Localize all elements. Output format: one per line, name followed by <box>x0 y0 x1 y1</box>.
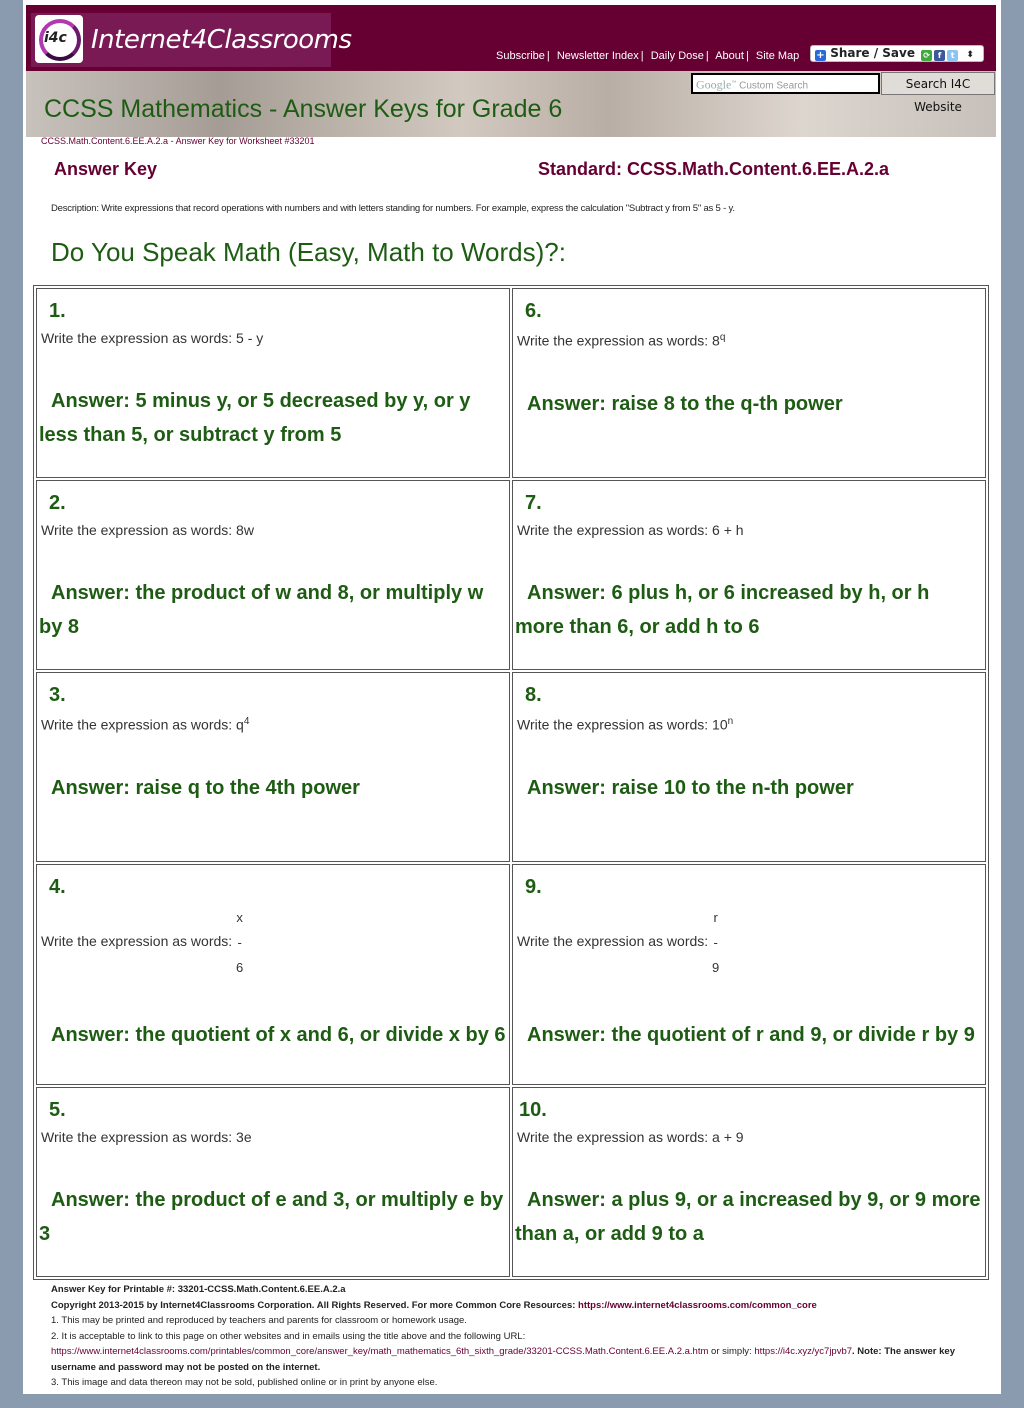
answer-text: Answer: the product of e and 3, or multi… <box>39 1189 504 1245</box>
description: Description: Write expressions that reco… <box>51 203 735 214</box>
worksheet-title: Do You Speak Math (Easy, Math to Words)?… <box>51 237 566 267</box>
page-title: CCSS Mathematics - Answer Keys for Grade… <box>44 95 563 123</box>
short-url-link[interactable]: https://i4c.xyz/yc7jpvb7 <box>754 1346 852 1357</box>
answer-text: Answer: raise q to the 4th power <box>51 776 360 799</box>
breadcrumb: CCSS.Math.Content.6.EE.A.2.a - Answer Ke… <box>41 136 315 146</box>
copyright: Copyright 2013-2015 by Internet4Classroo… <box>51 1299 817 1311</box>
question-number: 7. <box>525 492 542 514</box>
question-prompt: Write the expression as words: 6 + h <box>517 522 744 538</box>
nav-subscribe[interactable]: Subscribe <box>496 50 545 62</box>
question-prompt: Write the expression as words: 8w <box>41 522 254 538</box>
share-dropdown-icon[interactable]: ⬍ <box>966 50 974 60</box>
fraction: x-6 <box>236 910 244 975</box>
footer: Answer Key for Printable #: 33201-CCSS.M… <box>51 1282 1001 1391</box>
answer-grid: 1. Write the expression as words: 5 - y … <box>33 285 989 1280</box>
question-prompt: Write the expression as words: a + 9 <box>517 1129 744 1145</box>
question-cell-3: 3. Write the expression as words: q4 Ans… <box>36 672 510 862</box>
answer-text: Answer: the quotient of x and 6, or divi… <box>51 1024 506 1046</box>
answer-text: Answer: 6 plus h, or 6 increased by h, o… <box>515 582 930 638</box>
question-prompt: Write the expression as words: 8q <box>517 332 726 349</box>
nav-about[interactable]: About <box>715 50 744 62</box>
answer-text: Answer: raise 8 to the q-th power <box>527 392 843 415</box>
question-number: 1. <box>49 300 66 322</box>
answer-text: Answer: the product of w and 8, or multi… <box>39 582 484 638</box>
fraction: r-9 <box>712 910 720 975</box>
question-number: 8. <box>525 684 542 706</box>
nav-site-map[interactable]: Site Map <box>756 50 799 62</box>
share-save-button[interactable]: + Share / Save ⟳ f t ⬍ <box>810 45 984 62</box>
question-cell-1: 1. Write the expression as words: 5 - y … <box>36 288 510 478</box>
question-cell-8: 8. Write the expression as words: 10n An… <box>512 672 986 862</box>
top-nav: Subscribe | Newsletter Index | Daily Dose |… <box>496 50 800 62</box>
printable-id: Answer Key for Printable #: 33201-CCSS.M… <box>51 1284 346 1295</box>
url-line: https://www.internet4classrooms.com/prin… <box>51 1346 955 1373</box>
search-button[interactable]: Search I4C Website <box>881 72 995 114</box>
facebook-icon[interactable]: f <box>934 50 946 61</box>
question-prompt: Write the expression as words: 5 - y <box>41 330 264 346</box>
share-generic-icon[interactable]: ⟳ <box>921 50 933 61</box>
question-number: 5. <box>49 1099 66 1121</box>
note-3: 3. This image and data thereon may not b… <box>51 1377 438 1388</box>
note-2: 2. It is acceptable to link to this page… <box>51 1330 526 1342</box>
question-number: 10. <box>519 1099 547 1121</box>
question-number: 4. <box>49 876 66 898</box>
question-cell-6: 6. Write the expression as words: 8q Ans… <box>512 288 986 478</box>
answer-text: Answer: 5 minus y, or 5 decreased by y, … <box>39 390 471 446</box>
site-header: i4c Internet4Classrooms Subscribe | Newsl… <box>26 5 996 71</box>
question-prompt: Write the expression as words: r-9 <box>515 905 983 980</box>
question-cell-9: 9. Write the expression as words: r-9 An… <box>512 864 986 1085</box>
standard-label: Standard: CCSS.Math.Content.6.EE.A.2.a <box>538 159 890 179</box>
title-banner: Google™ Custom Search Search I4C Website… <box>26 71 996 137</box>
question-number: 3. <box>49 684 66 706</box>
i4c-logo-icon: i4c <box>35 15 83 63</box>
share-plus-icon: + <box>815 50 826 61</box>
question-cell-4: 4. Write the expression as words: x-6 An… <box>36 864 510 1085</box>
answer-text: Answer: the quotient of r and 9, or divi… <box>527 1024 975 1046</box>
search-input[interactable]: Google™ Custom Search <box>691 73 880 94</box>
nav-newsletter-index[interactable]: Newsletter Index <box>557 50 639 62</box>
twitter-icon[interactable]: t <box>947 50 959 61</box>
question-cell-5: 5. Write the expression as words: 3e Ans… <box>36 1087 510 1277</box>
answer-key-label: Answer Key <box>54 159 158 179</box>
nav-daily-dose[interactable]: Daily Dose <box>651 50 704 62</box>
question-number: 2. <box>49 492 66 514</box>
question-number: 6. <box>525 300 542 322</box>
note-1: 1. This may be printed and reproduced by… <box>51 1315 467 1326</box>
long-url-link[interactable]: https://www.internet4classrooms.com/prin… <box>51 1346 708 1357</box>
answer-text: Answer: a plus 9, or a increased by 9, o… <box>515 1189 981 1245</box>
answer-text: Answer: raise 10 to the n-th power <box>527 776 854 799</box>
question-prompt: Write the expression as words: x-6 <box>39 905 507 980</box>
page: i4c Internet4Classrooms Subscribe | Newsl… <box>23 0 1001 1394</box>
question-prompt: Write the expression as words: 10n <box>517 716 734 733</box>
logo-text: Internet4Classrooms <box>91 25 352 55</box>
question-cell-2: 2. Write the expression as words: 8w Ans… <box>36 480 510 670</box>
question-prompt: Write the expression as words: 3e <box>41 1129 252 1145</box>
common-core-link[interactable]: https://www.internet4classrooms.com/comm… <box>578 1300 817 1311</box>
question-prompt: Write the expression as words: q4 <box>41 716 250 733</box>
site-logo[interactable]: i4c Internet4Classrooms <box>31 13 352 67</box>
question-cell-10: 10. Write the expression as words: a + 9… <box>512 1087 986 1277</box>
question-cell-7: 7. Write the expression as words: 6 + h … <box>512 480 986 670</box>
question-number: 9. <box>525 876 542 898</box>
